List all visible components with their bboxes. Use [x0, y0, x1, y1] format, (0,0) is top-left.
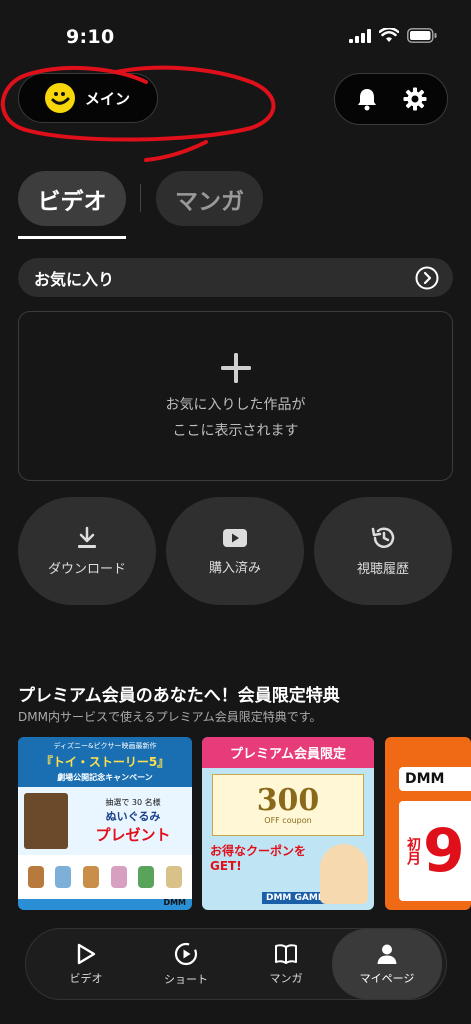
favorites-empty-line2: ここに表示されます	[172, 423, 299, 439]
banner1-poster	[24, 793, 68, 849]
banner1-plush-row	[18, 855, 192, 899]
banner1-line3: 劇場公開記念キャンペーン	[18, 772, 192, 787]
banner1-line1: ディズニー&ピクサー映画最新作	[18, 737, 192, 751]
purchased-label: 購入済み	[208, 560, 261, 576]
banner2-line1: プレミアム会員限定	[202, 737, 374, 768]
tab-video[interactable]: ビデオ	[18, 171, 126, 226]
banner3-line1: DMM	[399, 767, 471, 791]
nav-manga-label: マンガ	[269, 971, 303, 985]
download-button[interactable]: ダウンロード	[18, 497, 156, 605]
status-time: 9:10	[66, 26, 115, 48]
nav-short[interactable]: ショート	[138, 929, 234, 999]
banner1-line2: 『トイ・ストーリー5』	[18, 751, 192, 772]
signal-icon	[349, 28, 371, 43]
nav-manga[interactable]: マンガ	[238, 929, 334, 999]
purchased-button[interactable]: 購入済み	[166, 497, 304, 605]
banner-dmm-sale[interactable]: DMM 初月 9	[385, 737, 471, 910]
person-icon	[377, 944, 397, 964]
favorites-empty-panel[interactable]: お気に入りした作品が ここに表示されます	[18, 311, 453, 481]
premium-subtitle: DMM内サービスで使えるプレミアム会員限定特典です。	[18, 710, 322, 724]
favorites-header[interactable]: お気に入り	[18, 258, 453, 297]
nav-mypage-label: マイページ	[359, 971, 415, 985]
banner2-line3: OFF coupon	[264, 815, 312, 825]
chevron-right-circle-icon[interactable]	[415, 266, 439, 290]
top-actions	[334, 73, 448, 125]
banner1-line4: 抽選で 30 名様	[105, 798, 161, 807]
gear-icon[interactable]	[403, 87, 427, 111]
account-switcher[interactable]: メイン	[18, 73, 158, 123]
banner2-character	[320, 844, 368, 904]
battery-icon	[407, 28, 437, 43]
account-label: メイン	[85, 89, 131, 108]
book-icon	[275, 943, 297, 964]
favorites-empty-line1: お気に入りした作品が	[165, 397, 306, 413]
plus-icon[interactable]	[220, 352, 252, 384]
premium-title: プレミアム会員のあなたへ！会員限定特典	[18, 686, 340, 706]
status-icons	[349, 28, 437, 43]
banner3-line2: 9	[423, 816, 465, 886]
bottom-nav: ビデオ ショート マンガ マイページ	[25, 928, 447, 1000]
account-logo-icon	[45, 83, 75, 113]
nav-mypage[interactable]: マイページ	[332, 929, 442, 999]
nav-video[interactable]: ビデオ	[38, 929, 134, 999]
favorites-title: お気に入り	[34, 269, 115, 289]
banner2-line2: 300	[256, 782, 320, 818]
wifi-icon	[379, 28, 399, 42]
history-label: 視聴履歴	[356, 561, 409, 577]
tab-divider	[140, 184, 141, 212]
banner1-line5: ぬいぐるみ	[105, 810, 161, 823]
banner1-line6: プレゼント	[95, 826, 171, 844]
bell-icon[interactable]	[356, 87, 378, 111]
short-play-icon	[174, 942, 198, 965]
tab-manga[interactable]: マンガ	[156, 171, 263, 226]
nav-short-label: ショート	[164, 972, 208, 986]
download-label: ダウンロード	[47, 561, 126, 577]
banner-toy-story[interactable]: ディズニー&ピクサー映画最新作 『トイ・ストーリー5』 劇場公開記念キャンペーン…	[18, 737, 192, 910]
favorites-empty-message: お気に入りした作品が ここに表示されます	[166, 392, 306, 444]
history-icon	[371, 526, 395, 548]
banner-games-coupon[interactable]: プレミアム会員限定 300 OFF coupon お得なクーポンを GET! D…	[202, 737, 374, 910]
active-tab-indicator	[18, 236, 126, 239]
banner1-brand: DMM	[163, 898, 186, 907]
play-icon	[77, 943, 96, 964]
nav-video-label: ビデオ	[69, 971, 103, 985]
history-button[interactable]: 視聴履歴	[314, 497, 452, 605]
download-icon	[78, 526, 96, 548]
play-box-icon	[223, 528, 247, 547]
banner3-line3: 初月	[405, 837, 421, 865]
